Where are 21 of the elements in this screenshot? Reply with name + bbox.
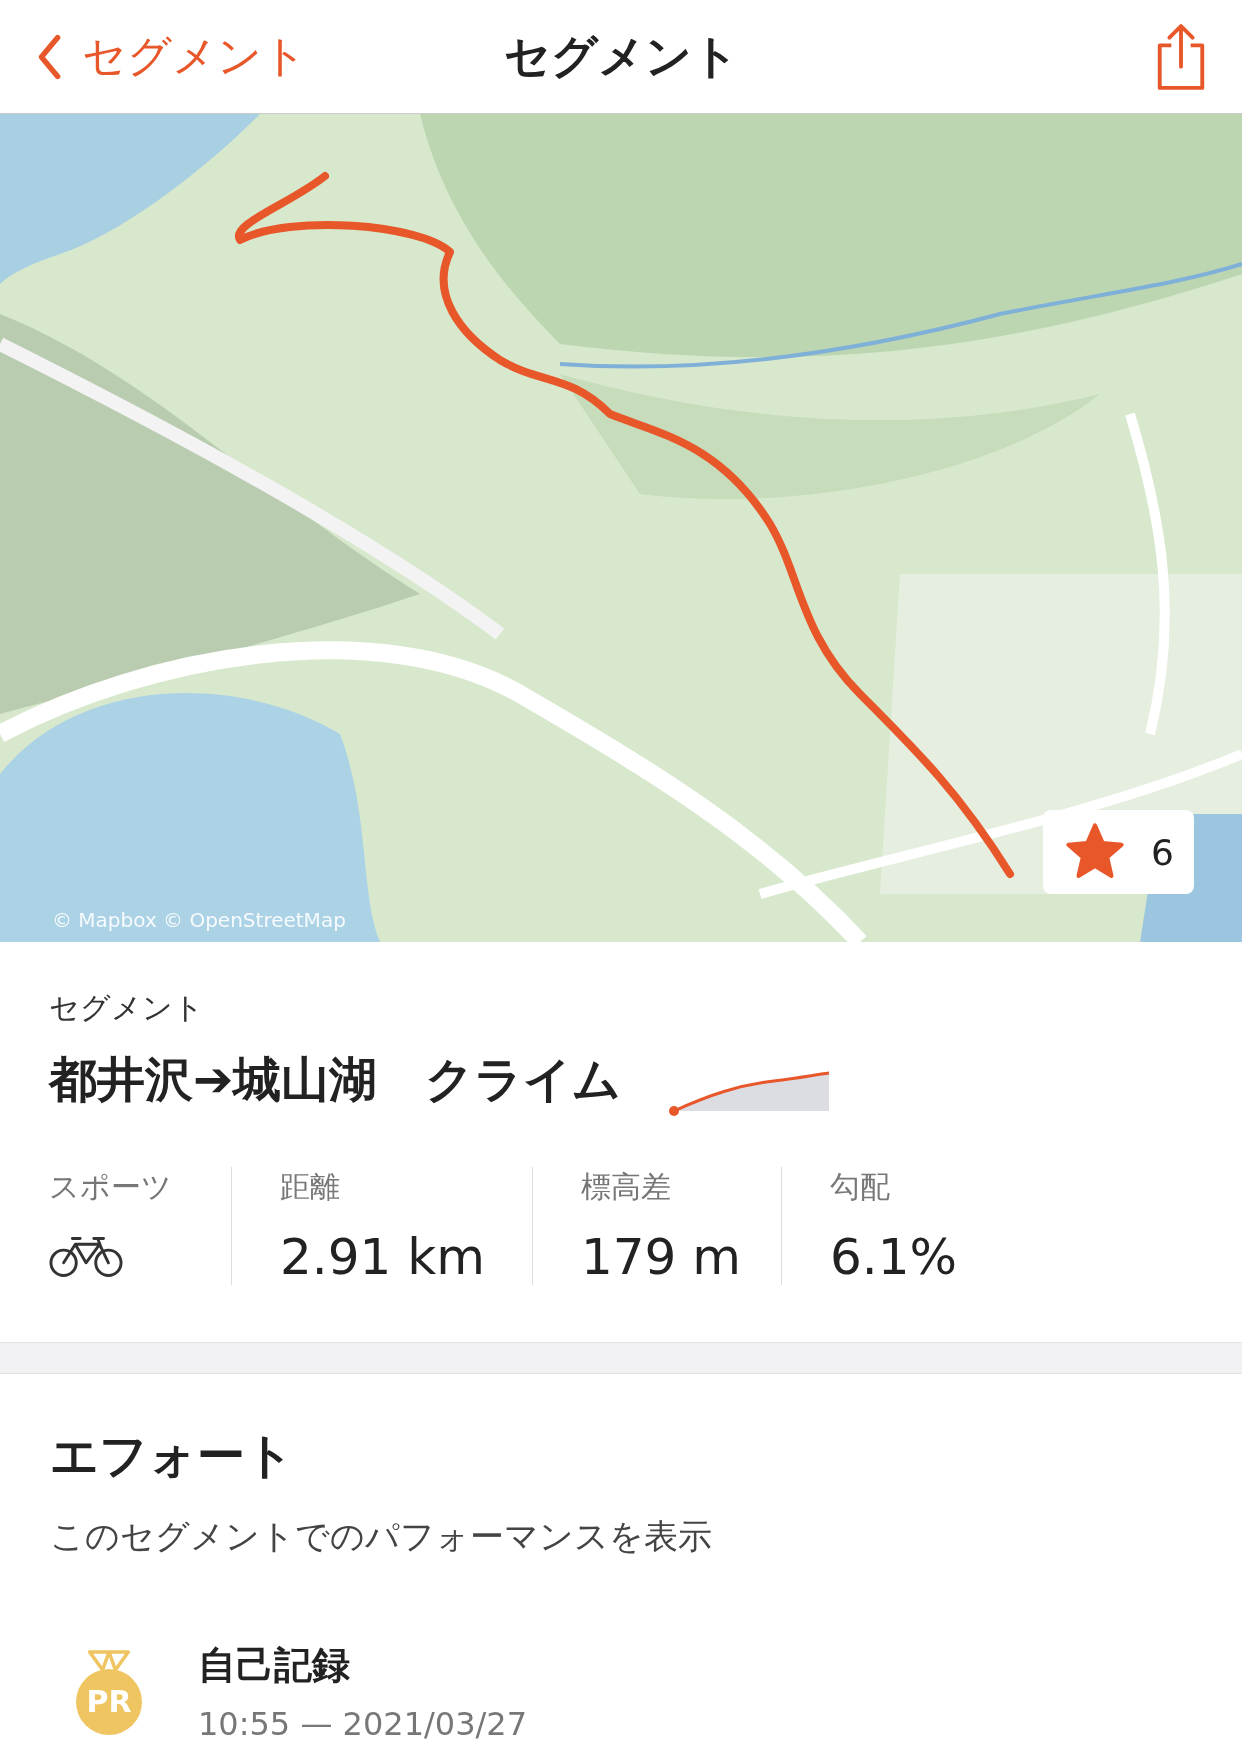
medal-badge: PR [76,1668,142,1735]
bicycle-icon [49,1234,123,1278]
star-count: 6 [1151,831,1174,873]
record-title: 自己記録 [198,1642,351,1689]
segment-name: 都井沢➔城山湖 クライム [49,1050,622,1109]
section-caption: セグメント [49,989,205,1027]
star-badge[interactable]: 6 [1043,810,1194,894]
chevron-left-icon [36,32,62,81]
stat-label: 標高差 [581,1168,672,1206]
stat-value: 2.91 km [280,1228,486,1286]
stat-value: 179 m [581,1228,743,1286]
section-title: エフォート [50,1426,295,1485]
page-title: セグメント [503,27,739,85]
section-subtitle: このセグメントでのパフォーマンスを表示 [50,1515,713,1558]
back-button[interactable]: セグメント [36,27,307,86]
stat-label: 勾配 [830,1168,891,1206]
record-detail: 10:55 — 2021/03/27 [198,1705,527,1743]
stat-value: 6.1% [830,1228,959,1286]
stat-label: 距離 [280,1168,341,1206]
map-attribution: © Mapbox © OpenStreetMap [52,908,346,932]
stat-label: スポーツ [49,1168,173,1206]
